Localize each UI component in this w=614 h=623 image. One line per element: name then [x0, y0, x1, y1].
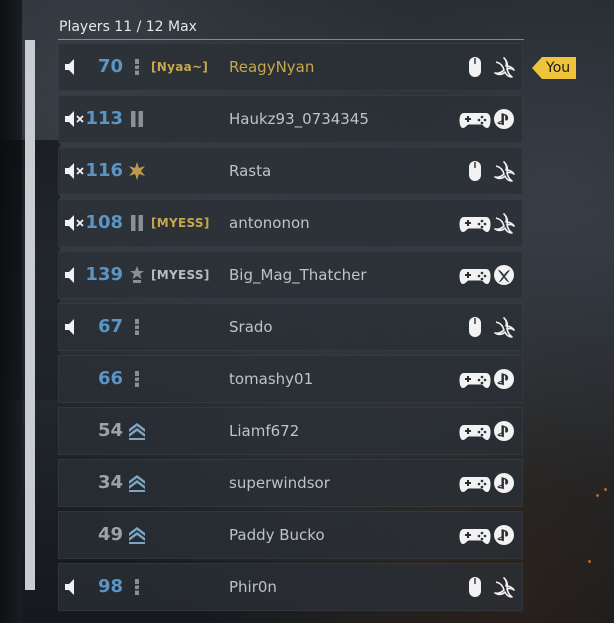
player-level: 108 [85, 212, 123, 233]
battlenet-icon [493, 212, 515, 234]
playstation-icon [493, 368, 515, 390]
chevron-rank-icon [128, 524, 146, 546]
player-name: Big_Mag_Thatcher [229, 266, 367, 284]
playstation-icon [493, 472, 515, 494]
controller-icon [459, 264, 491, 286]
player-row[interactable]: 113 Haukz93_0734345 [58, 95, 523, 143]
player-row[interactable]: 98 Phir0n [58, 563, 523, 611]
battlenet-icon [493, 160, 515, 182]
mouse-icon [459, 576, 491, 598]
player-list-header: Players 11 / 12 Max [58, 17, 524, 40]
player-row[interactable]: 139 [MYESS] Big_Mag_Thatcher [58, 251, 523, 299]
clan-tag: [MYESS] [151, 268, 210, 282]
bar-rank-icon [128, 316, 146, 338]
star-rank-icon [128, 264, 146, 286]
double-bar-rank-icon [128, 212, 146, 234]
player-list: 70 [Nyaa~] ReagyNyan You 113 Haukz93_073… [58, 43, 577, 615]
playstation-icon [493, 420, 515, 442]
chevron-rank-icon [128, 420, 146, 442]
player-row[interactable]: 54 Liamf672 [58, 407, 523, 455]
player-row[interactable]: 66 tomashy01 [58, 355, 523, 403]
player-name: Rasta [229, 162, 272, 180]
player-level: 116 [85, 160, 123, 181]
background-ember [588, 560, 591, 563]
bar-rank-icon [128, 56, 146, 78]
background-ember [596, 494, 599, 497]
player-level: 98 [97, 576, 123, 597]
player-level: 34 [97, 472, 123, 493]
player-level: 66 [97, 368, 123, 389]
controller-icon [459, 420, 491, 442]
player-level: 139 [85, 264, 123, 285]
player-row[interactable]: 67 Srado [58, 303, 523, 351]
bar-rank-icon [128, 368, 146, 390]
controller-icon [459, 368, 491, 390]
controller-icon [459, 212, 491, 234]
player-row[interactable]: 70 [Nyaa~] ReagyNyan You [58, 43, 577, 91]
star-burst-rank-icon [128, 160, 146, 182]
clan-tag: [Nyaa~] [151, 60, 209, 74]
player-row[interactable]: 49 Paddy Bucko [58, 511, 523, 559]
controller-icon [459, 108, 491, 130]
playstation-icon [493, 108, 515, 130]
player-row[interactable]: 116 Rasta [58, 147, 523, 195]
bar-rank-icon [128, 576, 146, 598]
battlenet-icon [493, 316, 515, 338]
player-name: superwindsor [229, 474, 330, 492]
player-name: antononon [229, 214, 310, 232]
player-level: 113 [85, 108, 123, 129]
mouse-icon [459, 56, 491, 78]
player-row[interactable]: 108 [MYESS] antononon [58, 199, 523, 247]
battlenet-icon [493, 56, 515, 78]
player-level: 49 [97, 524, 123, 545]
chevron-rank-icon [128, 472, 146, 494]
player-row[interactable]: 34 superwindsor [58, 459, 523, 507]
battlenet-icon [493, 576, 515, 598]
player-name: Paddy Bucko [229, 526, 325, 544]
mouse-icon [459, 316, 491, 338]
player-level: 54 [97, 420, 123, 441]
player-count-title: Players 11 / 12 Max [59, 19, 197, 35]
double-bar-rank-icon [128, 108, 146, 130]
player-name: Liamf672 [229, 422, 300, 440]
player-name: ReagyNyan [229, 58, 315, 76]
mouse-icon [459, 160, 491, 182]
player-name: Srado [229, 318, 273, 336]
controller-icon [459, 524, 491, 546]
player-name: tomashy01 [229, 370, 314, 388]
lobby-scrollbar[interactable] [25, 40, 35, 590]
player-name: Phir0n [229, 578, 277, 596]
clan-tag: [MYESS] [151, 216, 210, 230]
playstation-icon [493, 524, 515, 546]
background-ember [604, 488, 607, 491]
you-badge: You [532, 57, 577, 79]
controller-icon [459, 472, 491, 494]
player-level: 67 [97, 316, 123, 337]
player-level: 70 [97, 56, 123, 77]
player-name: Haukz93_0734345 [229, 110, 369, 128]
xbox-icon [493, 264, 515, 286]
